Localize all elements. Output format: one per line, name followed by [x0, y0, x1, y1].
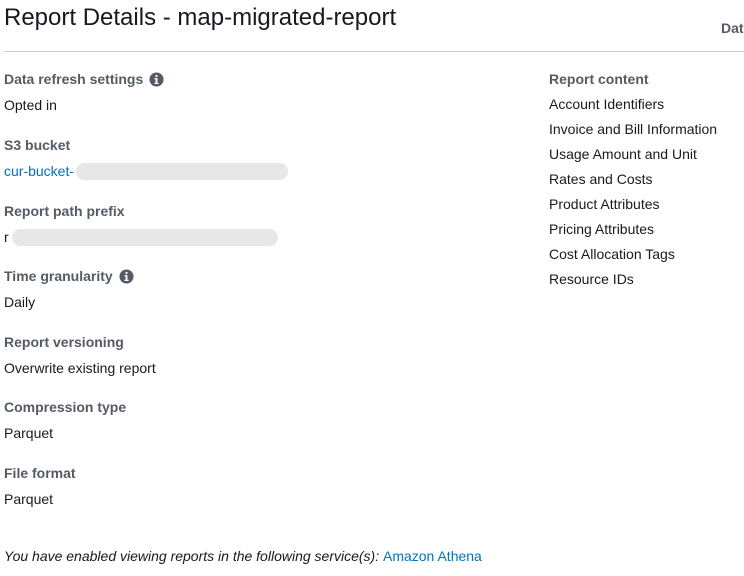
data-refresh-value: Opted in	[4, 97, 57, 113]
field-time-granularity: Time granularity Daily	[4, 267, 134, 311]
report-content-item: Usage Amount and Unit	[549, 146, 697, 162]
report-content-section: Report content Account Identifiers Invoi…	[549, 70, 717, 288]
report-content-item: Rates and Costs	[549, 171, 653, 187]
info-icon[interactable]	[149, 71, 164, 87]
report-content-item: Invoice and Bill Information	[549, 121, 718, 137]
report-content-label: Report content	[549, 71, 649, 87]
amazon-athena-link[interactable]: Amazon Athena	[383, 548, 482, 564]
report-content-item: Resource IDs	[549, 271, 634, 287]
report-content-item: Cost Allocation Tags	[549, 246, 675, 262]
report-path-prefix-value: r	[4, 229, 9, 245]
file-format-value: Parquet	[4, 491, 54, 507]
time-granularity-label: Time granularity	[4, 268, 113, 284]
field-report-versioning: Report versioning Overwrite existing rep…	[4, 333, 156, 377]
field-data-refresh: Data refresh settings Opted in	[4, 70, 164, 114]
report-path-prefix-label: Report path prefix	[4, 203, 125, 219]
report-content-item: Account Identifiers	[549, 96, 665, 112]
redacted-bucket-name	[76, 162, 289, 180]
file-format-label: File format	[4, 465, 76, 481]
info-icon[interactable]	[119, 268, 134, 284]
s3-bucket-label: S3 bucket	[4, 137, 71, 153]
enabled-services-note: You have enabled viewing reports in the …	[4, 548, 482, 564]
time-granularity-value: Daily	[4, 294, 36, 310]
clipped-header-action[interactable]: Dat	[721, 20, 744, 36]
report-versioning-label: Report versioning	[4, 334, 124, 350]
data-refresh-label: Data refresh settings	[4, 71, 144, 87]
compression-type-value: Parquet	[4, 425, 54, 441]
redacted-path-prefix	[11, 228, 278, 246]
report-content-item: Pricing Attributes	[549, 221, 655, 237]
s3-bucket-link[interactable]: cur-bucket-	[4, 162, 74, 180]
header-divider	[4, 51, 744, 52]
report-content-item: Product Attributes	[549, 196, 660, 212]
compression-type-label: Compression type	[4, 399, 127, 415]
field-file-format: File format Parquet	[4, 464, 76, 508]
report-versioning-value: Overwrite existing report	[4, 360, 156, 376]
field-compression-type: Compression type Parquet	[4, 398, 126, 442]
field-s3-bucket: S3 bucket cur-bucket-	[4, 136, 289, 180]
page-title: Report Details - map-migrated-report	[4, 4, 397, 31]
field-report-path-prefix: Report path prefix r	[4, 202, 278, 246]
enabled-services-text: You have enabled viewing reports in the …	[4, 548, 383, 564]
